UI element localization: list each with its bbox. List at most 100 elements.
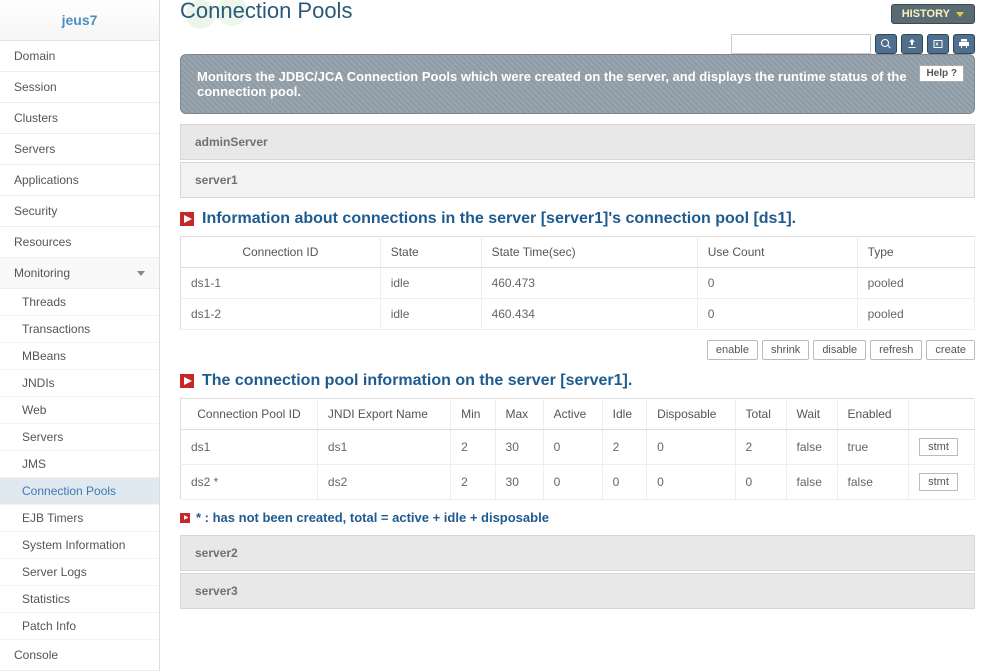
sidebar-subitem-connection-pools[interactable]: Connection Pools (0, 478, 159, 505)
table-cell: 0 (735, 465, 786, 500)
table-header: State Time(sec) (481, 237, 697, 268)
chevron-down-icon (137, 271, 145, 276)
pool-section-header: The connection pool information on the s… (180, 372, 975, 390)
table-header: Type (857, 237, 974, 268)
table-cell: 30 (495, 465, 543, 500)
table-header: Use Count (697, 237, 857, 268)
chevron-down-icon (956, 12, 964, 17)
pool-section-title: The connection pool information on the s… (202, 372, 632, 390)
table-cell: 460.473 (481, 268, 697, 299)
sidebar-subitem-ejb-timers[interactable]: EJB Timers (0, 505, 159, 532)
connections-section-header: Information about connections in the ser… (180, 210, 975, 228)
table-cell: idle (380, 299, 481, 330)
create-button[interactable]: create (926, 340, 975, 360)
sidebar-subitem-patch-info[interactable]: Patch Info (0, 613, 159, 640)
table-cell: idle (380, 268, 481, 299)
table-header: State (380, 237, 481, 268)
table-row: ds1-2idle460.4340pooled (181, 299, 975, 330)
table-row: ds1ds12300202falsetruestmt (181, 430, 975, 465)
table-header: Enabled (837, 399, 909, 430)
pool-table: Connection Pool IDJNDI Export NameMinMax… (180, 398, 975, 500)
table-header: JNDI Export Name (317, 399, 450, 430)
flag-icon (180, 513, 190, 523)
table-cell: 2 (451, 430, 495, 465)
table-row: ds1-1idle460.4730pooled (181, 268, 975, 299)
table-cell: ds1 (317, 430, 450, 465)
sidebar-subitem-jndis[interactable]: JNDIs (0, 370, 159, 397)
server-row[interactable]: adminServer (180, 124, 975, 160)
sidebar-item-applications[interactable]: Applications (0, 165, 159, 196)
table-cell: 0 (697, 268, 857, 299)
table-cell: true (837, 430, 909, 465)
server-row[interactable]: server1 (180, 162, 975, 198)
table-cell: false (837, 465, 909, 500)
flag-icon (180, 374, 194, 388)
print-icon-button[interactable] (953, 34, 975, 54)
table-header: Total (735, 399, 786, 430)
sidebar-item-monitoring[interactable]: Monitoring (0, 258, 159, 289)
sidebar-item-clusters[interactable]: Clusters (0, 103, 159, 134)
sidebar-item-servers[interactable]: Servers (0, 134, 159, 165)
sidebar-subitem-servers[interactable]: Servers (0, 424, 159, 451)
flag-icon (180, 212, 194, 226)
footnote-text: * : has not been created, total = active… (196, 510, 549, 525)
sidebar-subitem-jms[interactable]: JMS (0, 451, 159, 478)
history-label: HISTORY (902, 8, 950, 20)
table-header: Active (543, 399, 602, 430)
table-cell: 0 (602, 465, 646, 500)
table-cell: ds1-2 (181, 299, 381, 330)
export-icon-button[interactable] (901, 34, 923, 54)
sidebar-subitem-server-logs[interactable]: Server Logs (0, 559, 159, 586)
description-banner: Monitors the JDBC/JCA Connection Pools w… (180, 54, 975, 114)
table-header: Disposable (647, 399, 735, 430)
table-cell: 460.434 (481, 299, 697, 330)
search-input[interactable] (731, 34, 871, 54)
stmt-button[interactable]: stmt (919, 473, 958, 491)
disable-button[interactable]: disable (813, 340, 866, 360)
table-cell: ds1 (181, 430, 318, 465)
sidebar-item-session[interactable]: Session (0, 72, 159, 103)
refresh-button[interactable]: refresh (870, 340, 922, 360)
table-cell: 0 (647, 465, 735, 500)
table-header (909, 399, 975, 430)
table-cell: false (786, 430, 837, 465)
table-cell: 2 (451, 465, 495, 500)
main-content: HISTORY Connection Pools Monitors the JD… (160, 0, 983, 671)
table-cell: 0 (543, 465, 602, 500)
shrink-button[interactable]: shrink (762, 340, 809, 360)
sidebar: jeus7 DomainSessionClustersServersApplic… (0, 0, 160, 671)
sidebar-subitem-mbeans[interactable]: MBeans (0, 343, 159, 370)
table-cell: 0 (543, 430, 602, 465)
sidebar-subitem-transactions[interactable]: Transactions (0, 316, 159, 343)
search-icon (880, 38, 892, 50)
server-row[interactable]: server2 (180, 535, 975, 571)
export-icon (906, 38, 918, 50)
help-button[interactable]: Help ? (919, 65, 964, 82)
table-header: Min (451, 399, 495, 430)
table-cell: ds2 * (181, 465, 318, 500)
history-button[interactable]: HISTORY (891, 4, 975, 24)
sidebar-item-console[interactable]: Console (0, 640, 159, 671)
sidebar-subitem-system-information[interactable]: System Information (0, 532, 159, 559)
table-cell: 0 (647, 430, 735, 465)
sidebar-item-resources[interactable]: Resources (0, 227, 159, 258)
sidebar-subitem-statistics[interactable]: Statistics (0, 586, 159, 613)
description-text: Monitors the JDBC/JCA Connection Pools w… (197, 69, 907, 99)
search-icon-button[interactable] (875, 34, 897, 54)
xml-icon-button[interactable] (927, 34, 949, 54)
xml-icon (932, 38, 944, 50)
enable-button[interactable]: enable (707, 340, 758, 360)
table-cell: 2 (735, 430, 786, 465)
sidebar-item-security[interactable]: Security (0, 196, 159, 227)
table-cell: false (786, 465, 837, 500)
footnote: * : has not been created, total = active… (180, 510, 975, 525)
sidebar-item-domain[interactable]: Domain (0, 41, 159, 72)
sidebar-subitem-web[interactable]: Web (0, 397, 159, 424)
server-row[interactable]: server3 (180, 573, 975, 609)
table-header: Connection ID (181, 237, 381, 268)
sidebar-subitem-threads[interactable]: Threads (0, 289, 159, 316)
print-icon (958, 38, 970, 50)
table-cell: 2 (602, 430, 646, 465)
table-cell-action: stmt (909, 465, 975, 500)
stmt-button[interactable]: stmt (919, 438, 958, 456)
